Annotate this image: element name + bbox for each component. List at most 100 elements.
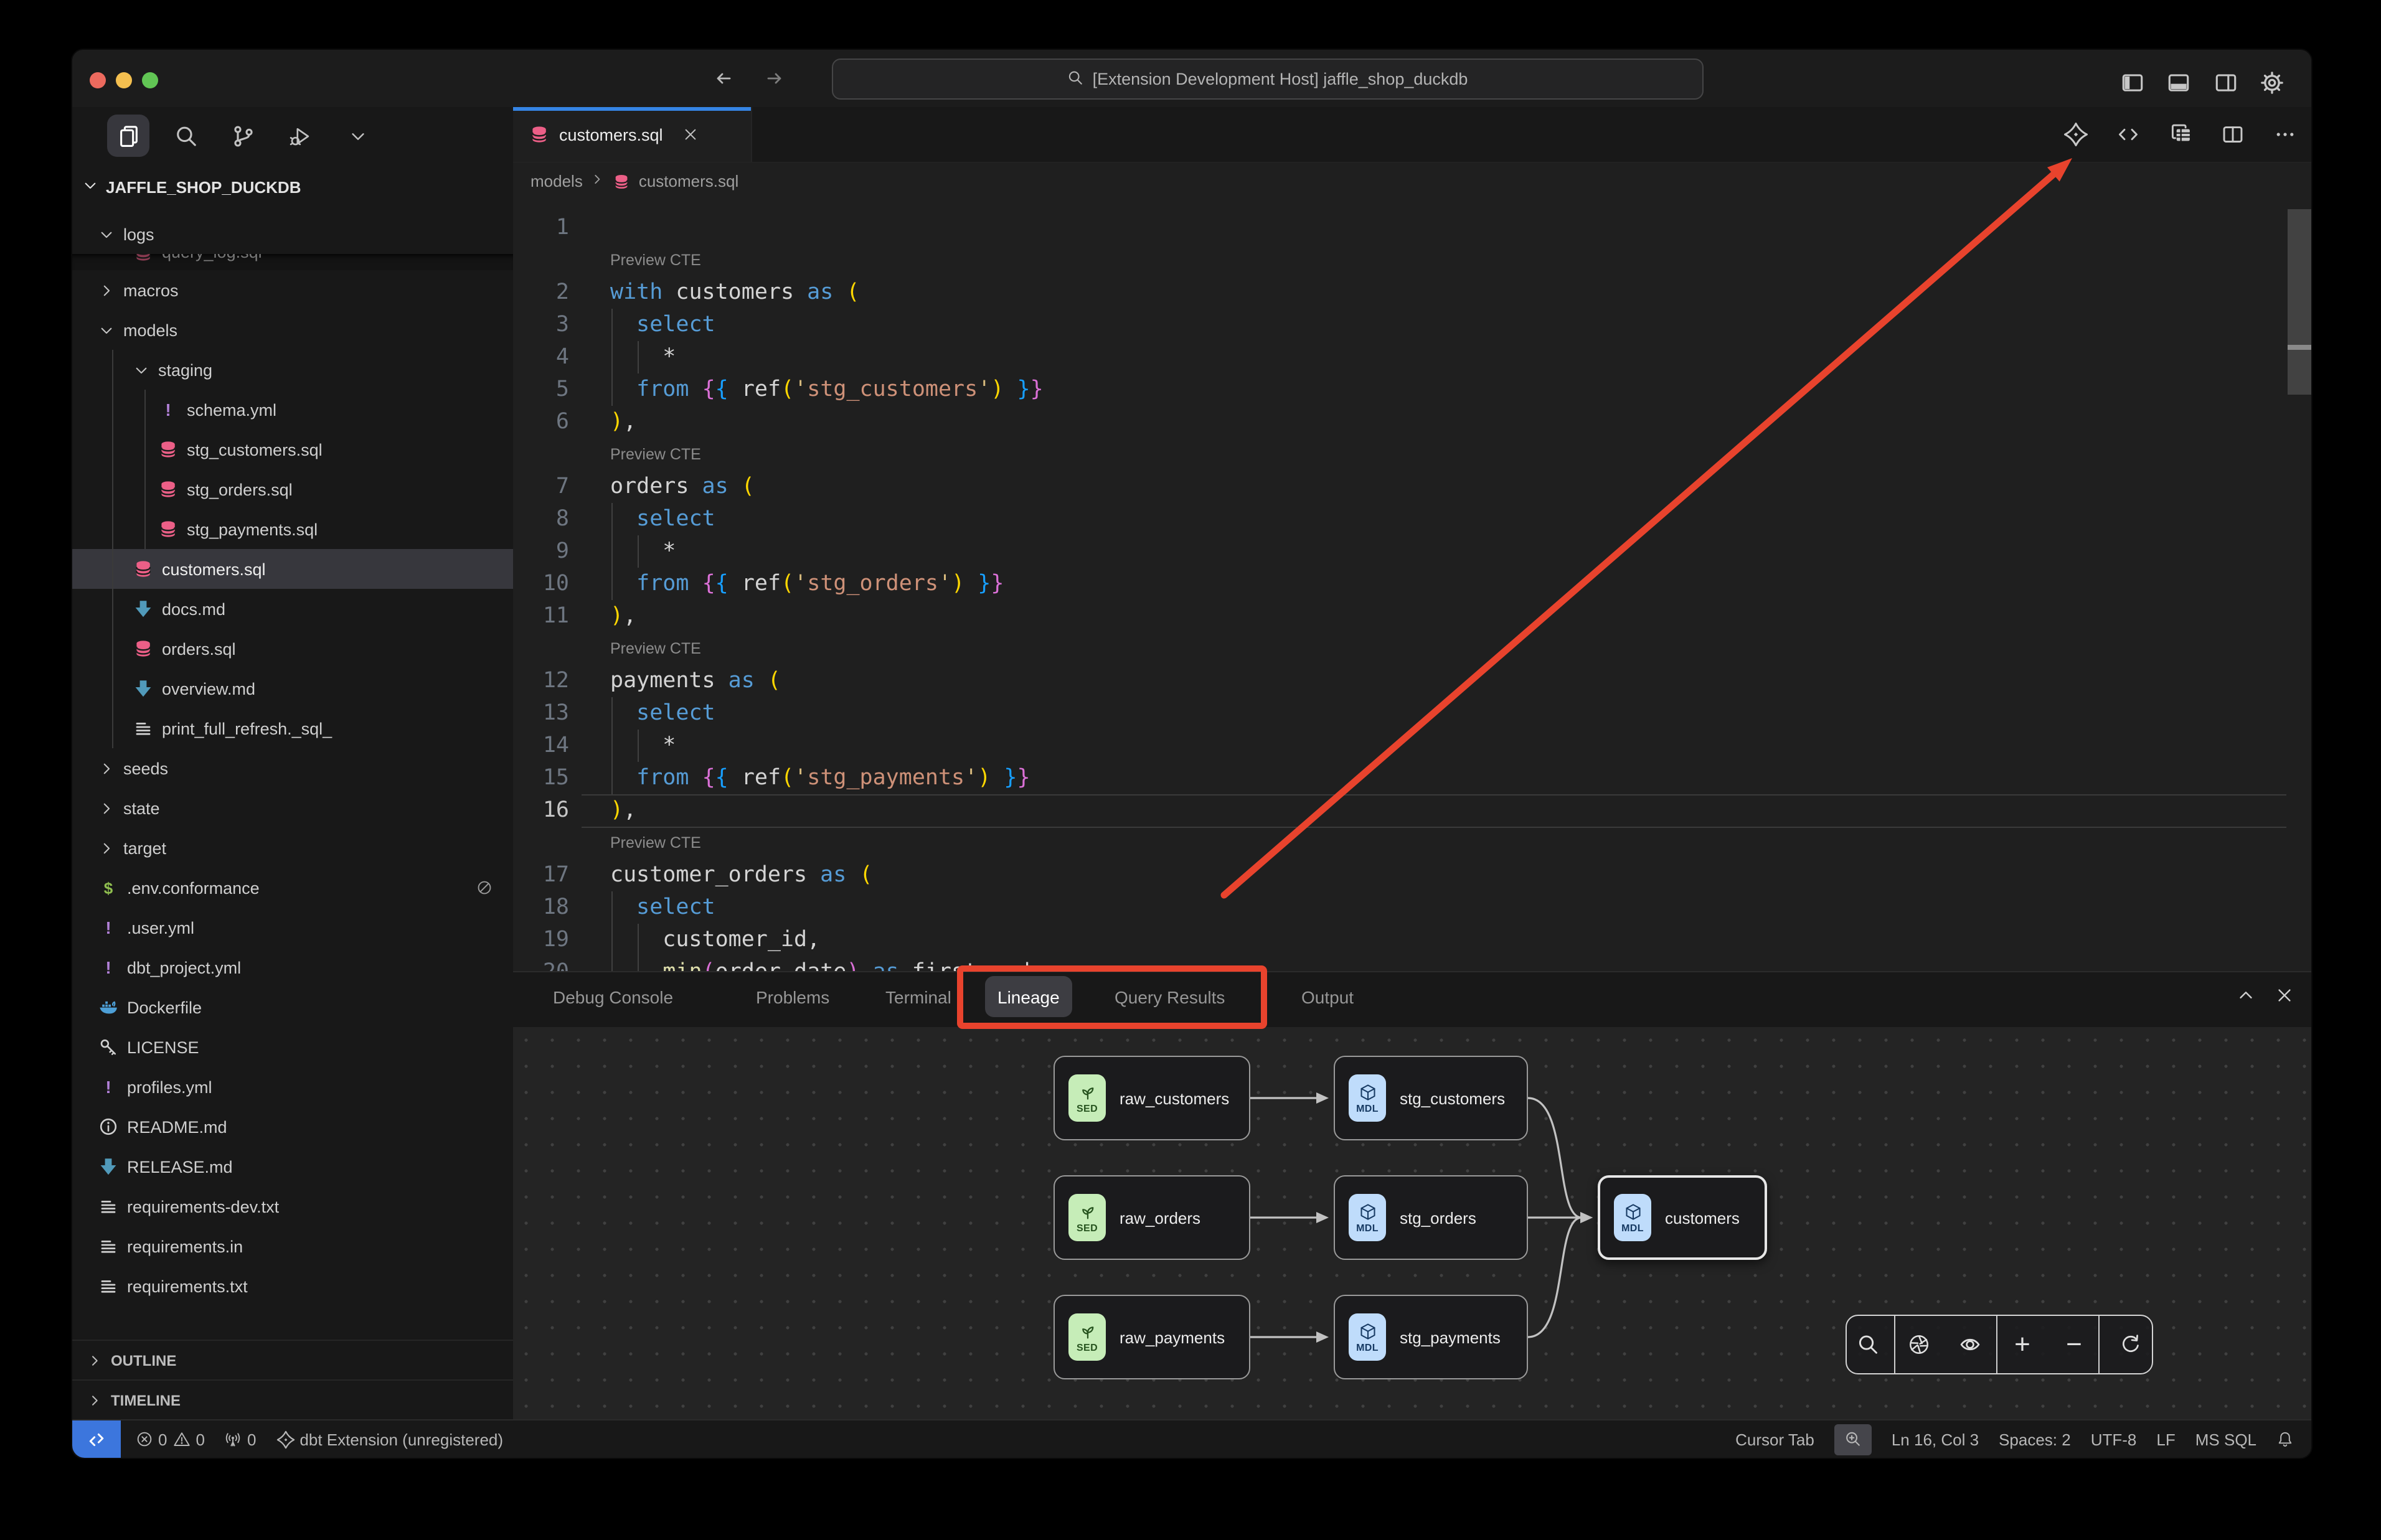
tree-item-overview-md[interactable]: overview.md bbox=[72, 669, 513, 708]
tree-item-license[interactable]: LICENSE bbox=[72, 1027, 513, 1067]
debug-icon bbox=[288, 124, 312, 148]
toggle-panel-icon[interactable] bbox=[2165, 68, 2192, 96]
lineage-node-raw_payments[interactable]: SEDraw_payments bbox=[1054, 1295, 1250, 1379]
tree-item-logs[interactable]: logs bbox=[72, 214, 513, 254]
breadcrumb-file[interactable]: customers.sql bbox=[639, 172, 738, 190]
lineage-node-raw_orders[interactable]: SEDraw_orders bbox=[1054, 1175, 1250, 1260]
aperture-icon[interactable] bbox=[1898, 1316, 1940, 1373]
tree-item-macros[interactable]: macros bbox=[72, 270, 513, 310]
minimize-window-button[interactable] bbox=[116, 72, 132, 88]
toggle-primary-sidebar-icon[interactable] bbox=[2118, 68, 2146, 96]
tree-item-release-md[interactable]: RELEASE.md bbox=[72, 1147, 513, 1186]
sidebar-section-timeline[interactable]: TIMELINE bbox=[72, 1379, 513, 1419]
tree-item-docs-md[interactable]: docs.md bbox=[72, 589, 513, 629]
status-zoom-indicator[interactable] bbox=[1834, 1424, 1872, 1455]
lineage-node-customers[interactable]: MDLcustomers bbox=[1598, 1175, 1767, 1260]
status-cursor-position[interactable]: Ln 16, Col 3 bbox=[1892, 1424, 1979, 1455]
eye-icon[interactable] bbox=[1949, 1316, 1991, 1373]
lineage-node-stg_customers[interactable]: MDLstg_customers bbox=[1334, 1056, 1528, 1140]
tree-item-requirements-dev-txt[interactable]: requirements-dev.txt bbox=[72, 1186, 513, 1226]
chevron-up-icon[interactable] bbox=[2237, 986, 2255, 1005]
tree-item-stg-orders-sql[interactable]: stg_orders.sql bbox=[72, 469, 513, 509]
line-number: 2 bbox=[513, 276, 569, 309]
tree-item-customers-sql[interactable]: customers.sql bbox=[72, 549, 513, 589]
tree-item-query-log-sql[interactable]: query_log.sql bbox=[72, 254, 513, 270]
tree-item-staging[interactable]: staging bbox=[72, 350, 513, 390]
settings-gear-icon bbox=[2260, 70, 2284, 94]
remote-indicator[interactable] bbox=[72, 1420, 121, 1458]
codelens-preview-cte[interactable]: Preview CTE bbox=[610, 438, 701, 471]
tree-item-models[interactable]: models bbox=[72, 310, 513, 350]
close-icon[interactable] bbox=[683, 124, 699, 144]
tree-item-target[interactable]: target bbox=[72, 828, 513, 868]
tree-item-schema-yml[interactable]: !schema.yml bbox=[72, 390, 513, 430]
source-control-view-button[interactable] bbox=[222, 115, 264, 157]
chevron-down-view-button[interactable] bbox=[336, 115, 379, 157]
code-line-15: from {{ ref('stg_payments') }} bbox=[610, 762, 2311, 794]
panel-tab-debug-console[interactable]: Debug Console bbox=[540, 976, 686, 1017]
sidebar-section-outline[interactable]: OUTLINE bbox=[72, 1340, 513, 1379]
lineage-node-raw_customers[interactable]: SEDraw_customers bbox=[1054, 1056, 1250, 1140]
debug-view-button[interactable] bbox=[279, 115, 321, 157]
dbt-icon[interactable] bbox=[2062, 121, 2090, 148]
forward-icon[interactable] bbox=[757, 63, 792, 93]
split-editor-icon[interactable] bbox=[2219, 121, 2247, 148]
tree-item-dbt-project-yml[interactable]: !dbt_project.yml bbox=[72, 947, 513, 987]
code-editor[interactable]: 1Preview CTE2with customers as (3 select… bbox=[513, 200, 2311, 971]
status-language-mode[interactable]: MS SQL bbox=[2195, 1424, 2256, 1455]
files-view-button[interactable] bbox=[107, 115, 149, 157]
editor-scrollbar[interactable] bbox=[2288, 209, 2311, 395]
panel-tab-query-results[interactable]: Query Results bbox=[1102, 976, 1237, 1017]
tab-customers-sql[interactable]: customers.sql bbox=[513, 107, 752, 162]
tree-item-seeds[interactable]: seeds bbox=[72, 748, 513, 788]
more-actions-icon[interactable] bbox=[2271, 121, 2299, 148]
tree-item-orders-sql[interactable]: orders.sql bbox=[72, 629, 513, 669]
zoom-in-icon[interactable]: + bbox=[2001, 1316, 2044, 1373]
lineage-canvas[interactable]: SEDraw_customers MDLstg_customers SEDraw_o… bbox=[513, 1027, 2311, 1420]
status-problems[interactable]: 00 bbox=[136, 1424, 205, 1455]
tree-item-print-full-refresh-sql-[interactable]: print_full_refresh._sql_ bbox=[72, 708, 513, 748]
tree-item-profiles-yml[interactable]: !profiles.yml bbox=[72, 1067, 513, 1107]
tree-item-dockerfile[interactable]: Dockerfile bbox=[72, 987, 513, 1027]
status-ports[interactable]: 0 bbox=[225, 1424, 256, 1455]
lineage-node-stg_orders[interactable]: MDLstg_orders bbox=[1334, 1175, 1528, 1260]
back-icon[interactable] bbox=[706, 63, 741, 93]
close-icon[interactable] bbox=[2275, 986, 2294, 1005]
explorer-project-header[interactable]: JAFFLE_SHOP_DUCKDB bbox=[82, 176, 301, 199]
tree-item--env-conformance[interactable]: $.env.conformance bbox=[72, 868, 513, 908]
close-window-button[interactable] bbox=[90, 72, 106, 88]
tree-item-label: stg_customers.sql bbox=[187, 440, 323, 459]
panel-tab-problems[interactable]: Problems bbox=[743, 976, 842, 1017]
toggle-secondary-sidebar-icon[interactable] bbox=[2212, 68, 2239, 96]
preview-data-icon[interactable] bbox=[2167, 121, 2194, 148]
tree-item-requirements-in[interactable]: requirements.in bbox=[72, 1226, 513, 1266]
panel-tab-terminal[interactable]: Terminal bbox=[873, 976, 964, 1017]
breadcrumb-folder[interactable]: models bbox=[530, 172, 583, 190]
tree-item-requirements-txt[interactable]: requirements.txt bbox=[72, 1266, 513, 1306]
zoom-out-icon[interactable]: − bbox=[2053, 1316, 2095, 1373]
tree-item-state[interactable]: state bbox=[72, 788, 513, 828]
search-view-button[interactable] bbox=[164, 115, 207, 157]
tree-item-stg-payments-sql[interactable]: stg_payments.sql bbox=[72, 509, 513, 549]
codelens-preview-cte[interactable]: Preview CTE bbox=[610, 827, 701, 859]
lineage-node-stg_payments[interactable]: MDLstg_payments bbox=[1334, 1295, 1528, 1379]
panel-tab-output[interactable]: Output bbox=[1289, 976, 1366, 1017]
tree-item-stg-customers-sql[interactable]: stg_customers.sql bbox=[72, 430, 513, 469]
status-dbt-extension[interactable]: dbt Extension (unregistered) bbox=[276, 1424, 503, 1455]
zoom-window-button[interactable] bbox=[142, 72, 158, 88]
status-cursor-tab[interactable]: Cursor Tab bbox=[1735, 1424, 1814, 1455]
search-icon[interactable] bbox=[1847, 1316, 1889, 1373]
command-center-search[interactable]: [Extension Development Host] jaffle_shop… bbox=[832, 59, 1704, 100]
refresh-icon[interactable] bbox=[2110, 1316, 2152, 1373]
settings-gear-icon[interactable] bbox=[2258, 68, 2286, 96]
tree-item--user-yml[interactable]: !.user.yml bbox=[72, 908, 513, 947]
code-icon[interactable] bbox=[2115, 121, 2142, 148]
status-encoding[interactable]: UTF-8 bbox=[2091, 1424, 2137, 1455]
codelens-preview-cte[interactable]: Preview CTE bbox=[610, 244, 701, 276]
panel-tab-lineage[interactable]: Lineage bbox=[985, 976, 1072, 1017]
status-notifications[interactable] bbox=[2276, 1424, 2294, 1455]
codelens-preview-cte[interactable]: Preview CTE bbox=[610, 632, 701, 665]
status-indentation[interactable]: Spaces: 2 bbox=[1999, 1424, 2071, 1455]
status-eol[interactable]: LF bbox=[2156, 1424, 2175, 1455]
tree-item-readme-md[interactable]: README.md bbox=[72, 1107, 513, 1147]
